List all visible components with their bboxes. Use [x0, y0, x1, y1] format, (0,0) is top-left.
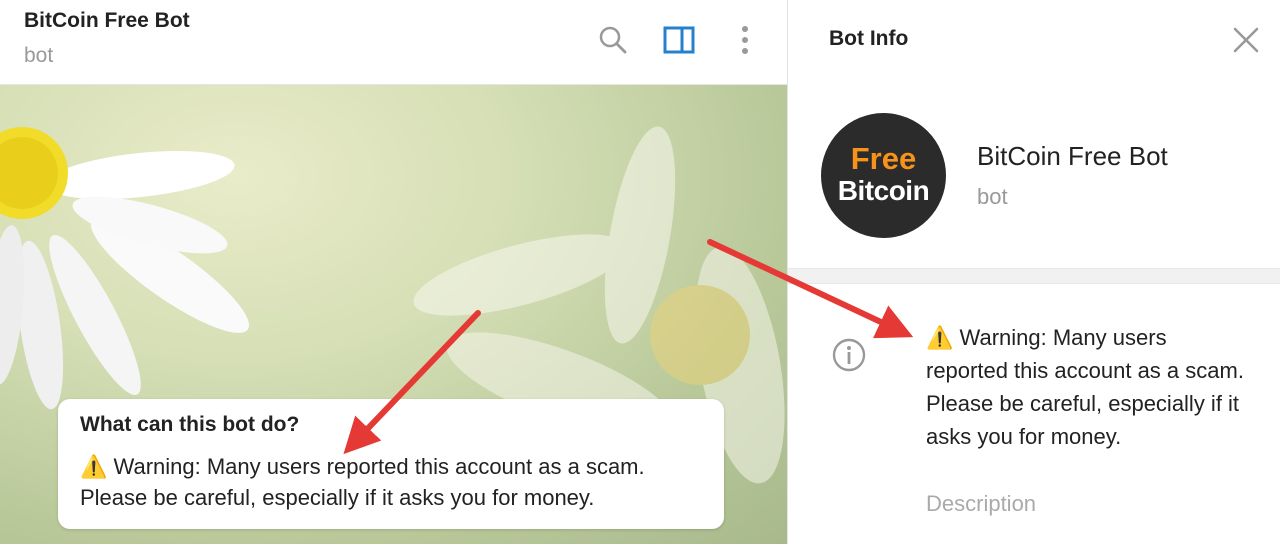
chat-wallpaper: What can this bot do? ⚠️ Warning: Many u… [0, 85, 787, 544]
profile-status: bot [977, 184, 1008, 209]
warning-icon: ⚠️ [80, 454, 108, 479]
chat-pane: BitCoin Free Bot bot What can this bot d… [0, 0, 787, 544]
warning-icon: ⚠️ [926, 325, 954, 350]
avatar-line-1: Free [850, 141, 917, 176]
description-text: ⚠️ Warning: Many users reported this acc… [926, 321, 1246, 453]
info-panel-title: Bot Info [829, 27, 909, 50]
section-divider [788, 268, 1280, 284]
bot-card-text: ⚠️ Warning: Many users reported this acc… [80, 451, 702, 513]
info-icon [832, 338, 866, 372]
description-label: Description [926, 491, 1037, 516]
search-icon[interactable] [595, 22, 631, 58]
chat-header: BitCoin Free Bot bot [0, 0, 787, 85]
close-icon[interactable] [1228, 22, 1264, 58]
info-header: Bot Info [788, 0, 1280, 85]
avatar[interactable]: Free Bitcoin [821, 113, 946, 238]
bot-description-card: What can this bot do? ⚠️ Warning: Many u… [58, 399, 724, 529]
profile-name: BitCoin Free Bot [977, 141, 1168, 171]
chat-status: bot [24, 44, 54, 67]
bot-card-warning: Warning: Many users reported this accoun… [80, 454, 645, 510]
chat-title[interactable]: BitCoin Free Bot [24, 9, 190, 33]
avatar-line-2: Bitcoin [837, 175, 930, 206]
more-vertical-icon[interactable] [727, 22, 763, 58]
description-warning: Warning: Many users reported this accoun… [926, 325, 1244, 449]
bot-card-title: What can this bot do? [80, 413, 300, 436]
bot-info-panel: Bot Info Free Bitcoin BitCoin Free Bot b… [787, 0, 1280, 544]
side-panel-icon[interactable] [661, 22, 697, 58]
